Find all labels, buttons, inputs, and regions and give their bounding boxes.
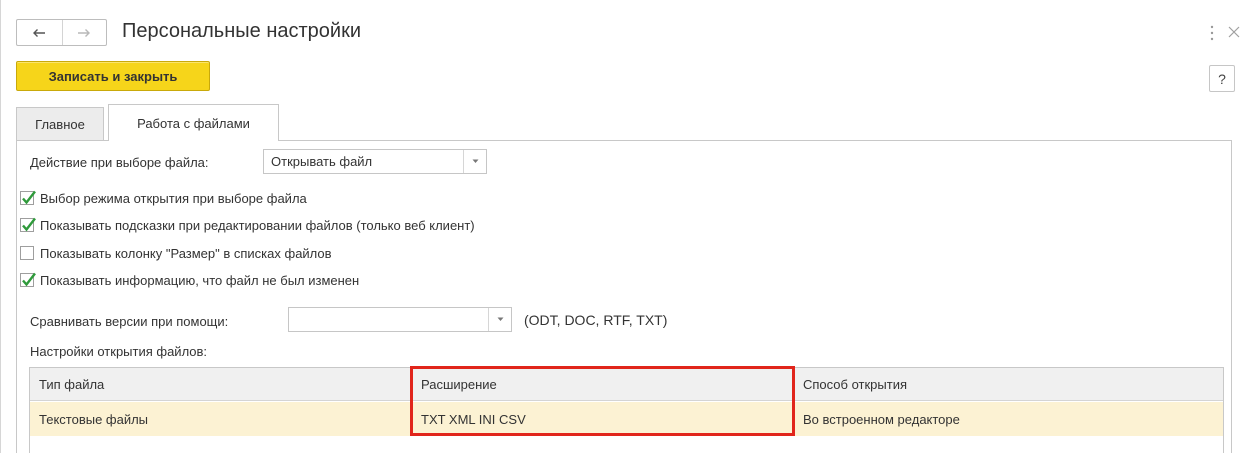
checkmark-icon: [22, 190, 36, 205]
chevron-down-icon: [472, 159, 478, 163]
column-header-open-method[interactable]: Способ открытия: [794, 368, 1223, 400]
compare-versions-value: [289, 308, 488, 331]
checkbox-show-hints[interactable]: Показывать подсказки при редактировании …: [20, 215, 475, 235]
cell-open-method[interactable]: Во встроенном редакторе: [794, 402, 1223, 436]
chevron-down-icon: [497, 317, 503, 321]
checkbox-unchecked[interactable]: [20, 246, 34, 260]
checkbox-label: Показывать колонку "Размер" в списках фа…: [40, 245, 332, 261]
checkbox-checked[interactable]: [20, 217, 36, 232]
cell-file-type[interactable]: Текстовые файлы: [30, 402, 411, 436]
compare-versions-select[interactable]: [288, 307, 512, 332]
page-title: Персональные настройки: [122, 20, 361, 42]
more-vertical-icon[interactable]: [1206, 24, 1218, 42]
save-and-close-button[interactable]: Записать и закрыть: [16, 61, 210, 91]
tab-divider: [16, 140, 108, 141]
column-header-file-type[interactable]: Тип файла: [30, 368, 411, 400]
dropdown-button[interactable]: [463, 150, 486, 173]
checkbox-show-unchanged-info[interactable]: Показывать информацию, что файл не был и…: [20, 270, 359, 290]
checkbox-checked[interactable]: [20, 272, 36, 287]
extension-highlight-frame: [410, 366, 795, 436]
panel-border: [1231, 140, 1232, 453]
file-action-label: Действие при выборе файла:: [30, 155, 209, 170]
file-action-select[interactable]: Открывать файл: [263, 149, 487, 174]
checkbox-show-size-column[interactable]: Показывать колонку "Размер" в списках фа…: [20, 243, 332, 263]
navigation-buttons: [16, 19, 107, 46]
file-action-value: Открывать файл: [271, 154, 373, 169]
compare-versions-label: Сравнивать версии при помощи:: [30, 314, 229, 329]
arrow-right-icon: [78, 28, 91, 37]
checkbox-checked[interactable]: [20, 190, 36, 205]
compare-formats-hint: (ODT, DOC, RTF, TXT): [524, 312, 668, 328]
dropdown-button[interactable]: [488, 308, 511, 331]
tab-work-with-files[interactable]: Работа с файлами: [108, 104, 279, 141]
back-button[interactable]: [17, 20, 62, 45]
panel-border: [16, 140, 17, 453]
arrow-left-icon: [33, 28, 46, 37]
checkbox-open-mode[interactable]: Выбор режима открытия при выборе файла: [20, 188, 307, 208]
tab-divider: [279, 140, 1232, 141]
checkmark-icon: [22, 272, 36, 287]
open-settings-label: Настройки открытия файлов:: [30, 344, 208, 359]
checkbox-label: Выбор режима открытия при выборе файла: [40, 190, 307, 206]
checkmark-icon: [22, 217, 36, 232]
tab-main[interactable]: Главное: [16, 107, 104, 140]
help-button[interactable]: ?: [1209, 65, 1235, 92]
forward-button[interactable]: [61, 20, 107, 45]
close-icon[interactable]: [1227, 25, 1241, 39]
checkbox-label: Показывать информацию, что файл не был и…: [40, 272, 360, 288]
checkbox-label: Показывать подсказки при редактировании …: [40, 217, 475, 233]
